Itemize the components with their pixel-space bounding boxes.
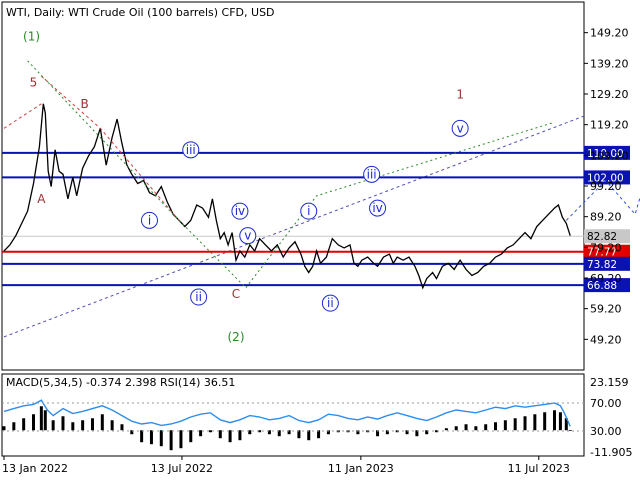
x-tick-label: 11 Jan 2023 bbox=[328, 462, 394, 475]
y-tick-label: 69.20 bbox=[590, 272, 622, 285]
y-tick-label: 99.20 bbox=[590, 180, 622, 193]
wave-label: 5 bbox=[30, 75, 38, 89]
y-tick-label: 59.20 bbox=[590, 303, 622, 316]
wave-label: ii bbox=[327, 296, 334, 310]
indicator-title: MACD(5,34,5) -0.374 2.398 RSI(14) 36.51 bbox=[6, 376, 235, 389]
y-tick-label: 79.20 bbox=[590, 241, 622, 254]
y-tick-label: 89.20 bbox=[590, 211, 622, 224]
y-tick-label: 149.20 bbox=[590, 27, 629, 40]
wave-label: iv bbox=[372, 201, 382, 215]
wave-label: B bbox=[80, 97, 88, 111]
wave-label: (1) bbox=[23, 29, 40, 43]
wave-label: C bbox=[232, 287, 240, 301]
x-tick-label: 11 Jul 2023 bbox=[508, 462, 570, 475]
y-tick-label: 49.20 bbox=[590, 333, 622, 346]
chart-header: WTI, Daily: WTI Crude Oil (100 barrels) … bbox=[6, 6, 275, 19]
wave-label: A bbox=[37, 192, 46, 206]
wave-label: iv bbox=[235, 204, 245, 218]
price-level-label: 73.82 bbox=[587, 259, 617, 271]
trend-line bbox=[3, 103, 42, 129]
y-tick-label: 139.20 bbox=[590, 57, 629, 70]
wave-label: iii bbox=[186, 143, 196, 157]
main-frame bbox=[1, 1, 585, 371]
y-tick-label: 119.20 bbox=[590, 119, 629, 132]
wave-label: 1 bbox=[456, 88, 464, 102]
wave-label: v bbox=[244, 229, 251, 243]
price-line bbox=[3, 103, 571, 290]
wave-label: (2) bbox=[228, 330, 245, 344]
chart-root: 110.00 102.00 77.77 73.82 66.88 82.82 (1) 5 A B C… bbox=[0, 0, 640, 480]
x-tick-label: 13 Jan 2022 bbox=[2, 462, 68, 475]
wave-label: i bbox=[148, 213, 151, 227]
sub-y-tick-label: -11.905 bbox=[590, 446, 632, 459]
sub-y-tick-label: 70.00 bbox=[590, 397, 622, 410]
sub-y-tick-label: 30.00 bbox=[590, 425, 622, 438]
y-tick-label: 109.20 bbox=[590, 149, 629, 162]
wave-label: ii bbox=[195, 290, 202, 304]
sub-y-tick-label: 23.159 bbox=[590, 376, 629, 389]
rsi-line bbox=[3, 399, 571, 427]
wave-label: v bbox=[457, 121, 464, 135]
wti-chart: 110.00102.0077.7773.8266.8882.82 (1)5ABC… bbox=[1, 1, 640, 475]
wave-path-minor bbox=[27, 60, 555, 289]
wave-label: i bbox=[307, 204, 310, 218]
x-tick-label: 13 Jul 2022 bbox=[151, 462, 213, 475]
trend-channel-upper bbox=[3, 115, 585, 338]
wave-label: iii bbox=[367, 167, 377, 181]
y-tick-label: 129.20 bbox=[590, 88, 629, 101]
